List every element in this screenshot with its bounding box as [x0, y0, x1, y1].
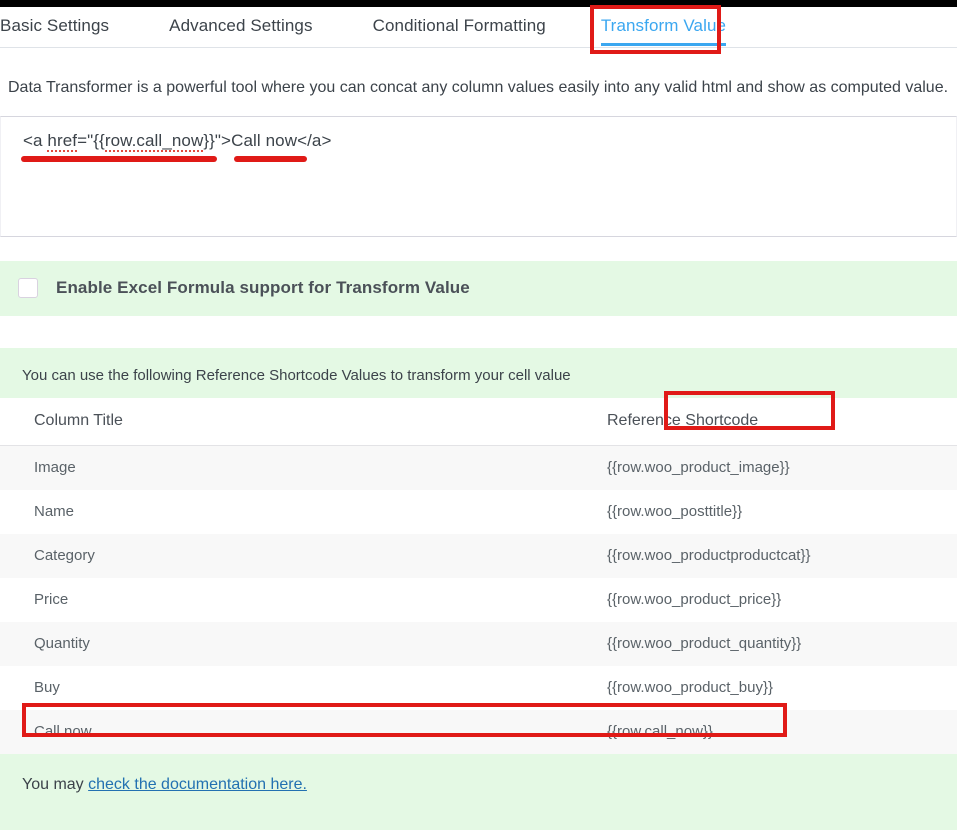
- tab-basic-settings[interactable]: Basic Settings: [0, 16, 109, 47]
- table-row: Price {{row.woo_product_price}}: [0, 577, 957, 622]
- table-row: Buy {{row.woo_product_buy}}: [0, 665, 957, 710]
- code-segment-mid: ="{{: [77, 130, 105, 150]
- reference-shortcode-table: Column Title Reference Shortcode Image {…: [0, 397, 957, 754]
- tab-advanced-settings-label: Advanced Settings: [169, 16, 313, 35]
- table-header-row: Column Title Reference Shortcode: [0, 397, 957, 447]
- cell-reference-shortcode: {{row.call_now}}: [607, 723, 713, 741]
- code-segment-prefix: <a: [23, 130, 48, 150]
- excel-formula-checkbox[interactable]: [18, 278, 38, 299]
- cell-column-title: Category: [34, 547, 95, 565]
- cell-reference-shortcode: {{row.woo_posttitle}}: [607, 503, 743, 521]
- code-segment-token: row.call_now: [104, 130, 204, 152]
- cell-reference-shortcode: {{row.woo_product_image}}: [607, 459, 790, 477]
- tab-advanced-settings[interactable]: Advanced Settings: [169, 16, 312, 47]
- tab-basic-settings-label: Basic Settings: [0, 16, 110, 35]
- tab-transform-value-label: Transform Value: [600, 16, 727, 35]
- cell-column-title: Buy: [34, 679, 60, 697]
- settings-tab-bar: Basic Settings Advanced Settings Conditi…: [0, 7, 957, 48]
- table-row: Category {{row.woo_productproductcat}}: [0, 533, 957, 578]
- transform-value-code-editor[interactable]: <a href="{{row.call_now}}">Call now</a>: [0, 115, 957, 237]
- excel-formula-toggle-panel: Enable Excel Formula support for Transfo…: [0, 260, 957, 316]
- code-segment-tail: Call now</a>: [231, 130, 332, 150]
- cell-reference-shortcode: {{row.woo_product_quantity}}: [607, 635, 802, 653]
- code-segment-href: href: [47, 130, 78, 152]
- reference-table-head: Column Title Reference Shortcode: [0, 397, 957, 447]
- tab-conditional-formatting-label: Conditional Formatting: [372, 16, 546, 35]
- table-row: Image {{row.woo_product_image}}: [0, 445, 957, 490]
- cell-column-title: Call now: [34, 723, 92, 741]
- reference-shortcode-panel: You can use the following Reference Shor…: [0, 347, 957, 830]
- reference-shortcode-note: You can use the following Reference Shor…: [22, 366, 571, 384]
- cell-reference-shortcode: {{row.woo_productproductcat}}: [607, 547, 811, 565]
- transform-value-description: Data Transformer is a powerful tool wher…: [8, 79, 949, 96]
- cell-reference-shortcode: {{row.woo_product_price}}: [607, 591, 782, 609]
- code-segment-close: }}">: [203, 130, 232, 150]
- cell-column-title: Price: [34, 591, 69, 609]
- tab-conditional-formatting[interactable]: Conditional Formatting: [373, 16, 546, 47]
- documentation-line: You may check the documentation here.: [0, 754, 957, 794]
- excel-formula-checkbox-label: Enable Excel Formula support for Transfo…: [56, 278, 470, 298]
- cell-column-title: Quantity: [34, 635, 90, 653]
- reference-table-body: Image {{row.woo_product_image}} Name {{r…: [0, 445, 957, 754]
- documentation-link[interactable]: check the documentation here.: [88, 776, 307, 793]
- column-header-column-title: Column Title: [0, 397, 607, 447]
- tab-transform-value[interactable]: Transform Value: [600, 16, 727, 47]
- cell-column-title: Image: [34, 459, 76, 477]
- transform-value-code-line[interactable]: <a href="{{row.call_now}}">Call now</a>: [1, 117, 956, 152]
- top-admin-bar: [0, 0, 957, 7]
- cell-reference-shortcode: {{row.woo_product_buy}}: [607, 679, 773, 697]
- table-row: Name {{row.woo_posttitle}}: [0, 489, 957, 534]
- documentation-prefix: You may: [22, 775, 89, 793]
- cell-column-title: Name: [34, 503, 75, 521]
- table-row-call-now: Call now {{row.call_now}}: [0, 709, 957, 754]
- column-header-reference-shortcode: Reference Shortcode: [607, 397, 957, 447]
- table-row: Quantity {{row.woo_product_quantity}}: [0, 621, 957, 666]
